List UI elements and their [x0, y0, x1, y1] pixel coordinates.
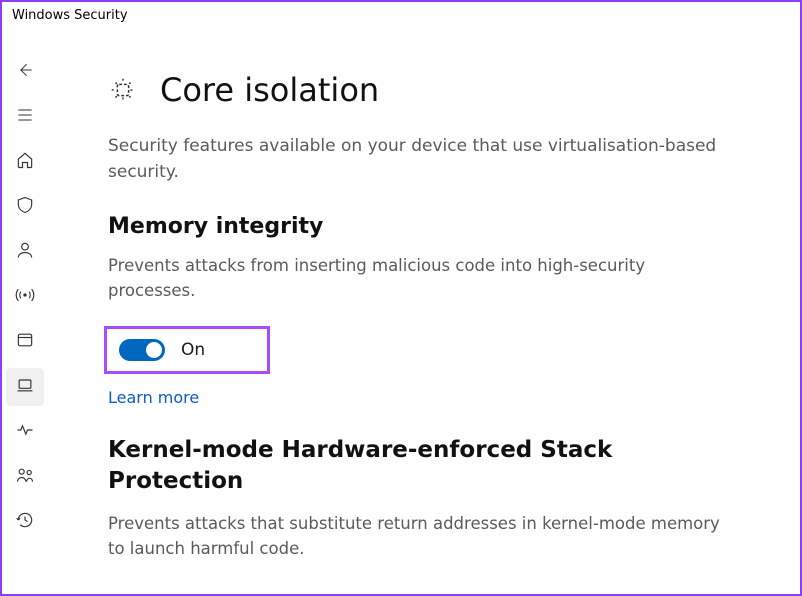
home-button[interactable]: [6, 143, 44, 181]
kernel-stack-heading: Kernel-mode Hardware-enforced Stack Prot…: [108, 435, 668, 497]
firewall-button[interactable]: [6, 278, 44, 316]
window-icon: [15, 330, 35, 354]
home-icon: [15, 150, 35, 174]
laptop-icon: [15, 375, 35, 399]
protection-history-button[interactable]: [6, 503, 44, 541]
back-button[interactable]: [6, 53, 44, 91]
family-icon: [15, 465, 35, 489]
toggle-knob: [146, 342, 162, 358]
virus-protection-button[interactable]: [6, 188, 44, 226]
memory-integrity-toggle[interactable]: [119, 339, 165, 361]
memory-integrity-toggle-label: On: [181, 340, 205, 360]
memory-integrity-heading: Memory integrity: [108, 214, 740, 239]
history-icon: [15, 510, 35, 534]
app-browser-control-button[interactable]: [6, 323, 44, 361]
person-icon: [15, 240, 35, 264]
sidebar-nav: [2, 27, 48, 593]
window-title: Windows Security: [2, 2, 800, 27]
memory-integrity-toggle-highlight: On: [104, 326, 270, 374]
memory-integrity-description: Prevents attacks from inserting maliciou…: [108, 253, 728, 304]
page-description: Security features available on your devi…: [108, 133, 728, 186]
family-options-button[interactable]: [6, 458, 44, 496]
account-protection-button[interactable]: [6, 233, 44, 271]
hamburger-icon: [15, 105, 35, 129]
learn-more-link[interactable]: Learn more: [108, 388, 740, 407]
device-security-button[interactable]: [6, 368, 44, 406]
core-isolation-icon: [108, 75, 138, 105]
menu-button[interactable]: [6, 98, 44, 136]
broadcast-icon: [15, 285, 35, 309]
main-content: Core isolation Security features availab…: [48, 27, 800, 593]
heartbeat-icon: [15, 420, 35, 444]
page-title: Core isolation: [160, 71, 379, 109]
arrow-left-icon: [15, 60, 35, 84]
kernel-stack-description: Prevents attacks that substitute return …: [108, 511, 728, 562]
device-performance-button[interactable]: [6, 413, 44, 451]
shield-icon: [15, 195, 35, 219]
